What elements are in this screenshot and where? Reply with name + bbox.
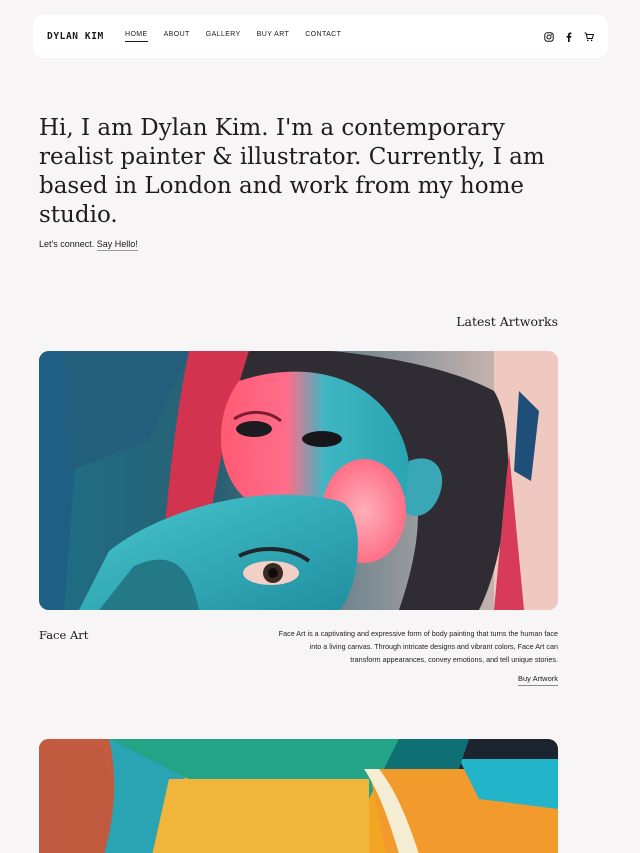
connect-text: Let's connect. xyxy=(39,239,95,249)
artwork-title: Face Art xyxy=(39,628,89,642)
latest-artworks-heading: Latest Artworks xyxy=(456,314,558,329)
artwork-image-face-art[interactable] xyxy=(39,351,558,610)
say-hello-link[interactable]: Say Hello! xyxy=(96,239,138,251)
nav-item-about[interactable]: ABOUT xyxy=(164,31,190,42)
artwork-image-abstract[interactable] xyxy=(39,739,558,853)
facebook-icon[interactable] xyxy=(564,32,574,42)
instagram-icon[interactable] xyxy=(544,31,554,42)
connect-line: Let's connect. Say Hello! xyxy=(39,239,138,251)
nav-item-buy-art[interactable]: BUY ART xyxy=(257,31,290,42)
main-menu: HOME ABOUT GALLERY BUY ART CONTACT xyxy=(125,31,341,42)
artwork-description: Face Art is a captivating and expressive… xyxy=(278,629,558,664)
nav-item-gallery[interactable]: GALLERY xyxy=(206,31,241,42)
nav-item-home[interactable]: HOME xyxy=(125,31,148,42)
brand-logo[interactable]: DYLAN KIM xyxy=(47,31,125,42)
buy-artwork-link[interactable]: Buy Artwork xyxy=(517,674,558,686)
hero-headline: Hi, I am Dylan Kim. I'm a contemporary r… xyxy=(39,115,545,228)
social-links xyxy=(544,31,594,42)
cart-icon[interactable] xyxy=(584,32,594,42)
top-navigation: DYLAN KIM HOME ABOUT GALLERY BUY ART CON… xyxy=(33,15,608,58)
nav-item-contact[interactable]: CONTACT xyxy=(305,31,341,42)
